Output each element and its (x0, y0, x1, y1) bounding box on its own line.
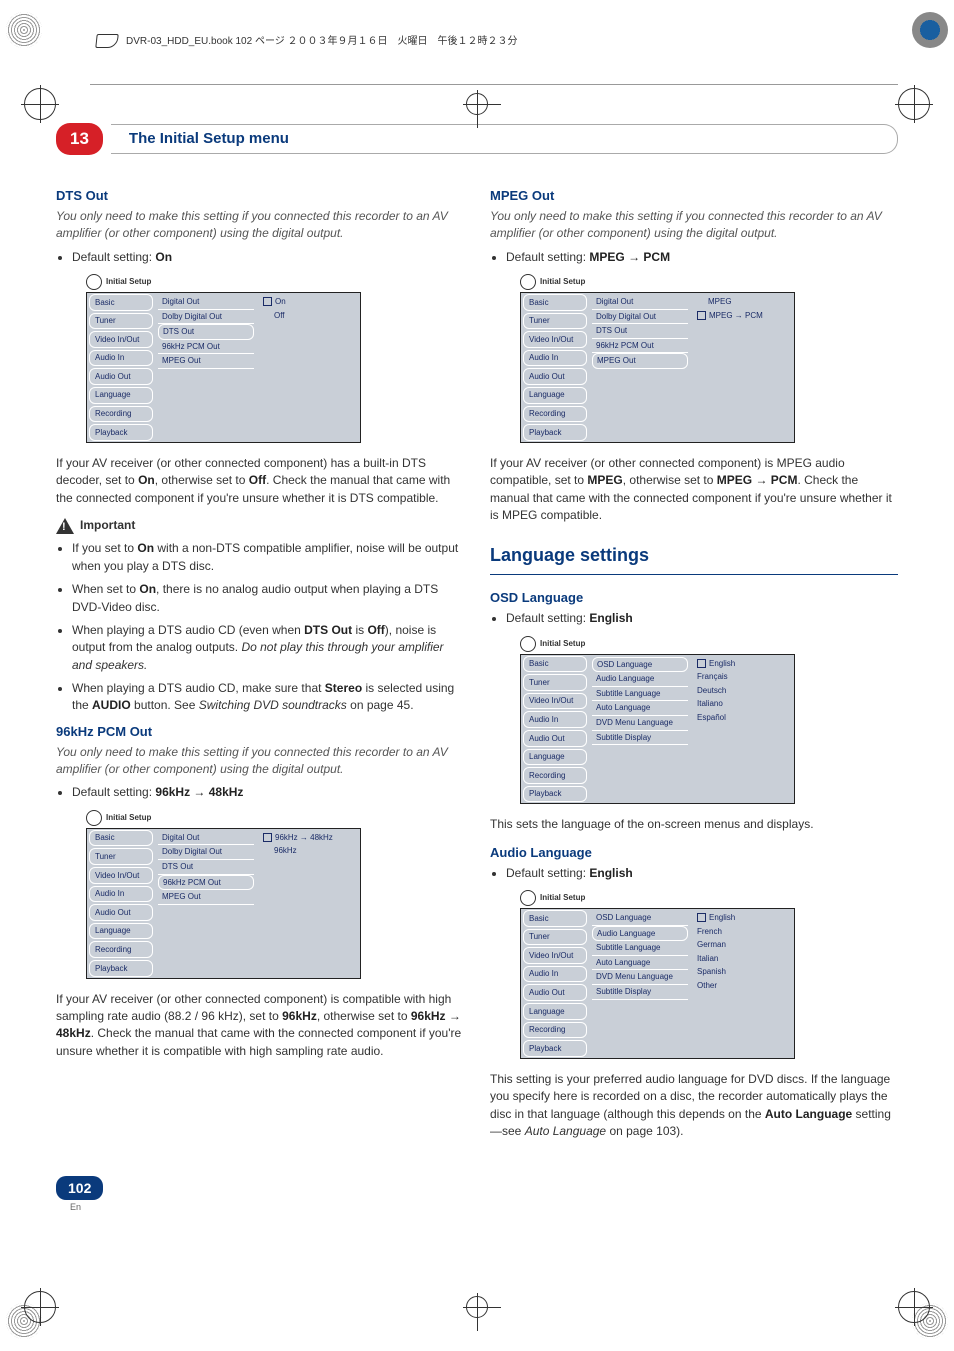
disc-icon (520, 890, 536, 906)
pcm-default: Default setting: 96kHz → 48kHz (72, 784, 464, 801)
pcm-heading: 96kHz PCM Out (56, 723, 464, 742)
osd-language-para: This sets the language of the on-screen … (490, 816, 898, 833)
disc-icon (86, 810, 102, 826)
mpeg-osd: Initial Setup BasicTuner Video In/OutAud… (520, 274, 795, 443)
book-icon (96, 30, 118, 48)
disc-icon (520, 636, 536, 652)
dts-para1: If your AV receiver (or other connected … (56, 455, 464, 507)
registration-marks-bottom (24, 1291, 930, 1323)
audio-language-osd: Initial Setup BasicTuner Video In/OutAud… (520, 890, 795, 1059)
registration-marks-top (24, 88, 930, 120)
dts-out-heading: DTS Out (56, 187, 464, 206)
warning-icon (56, 518, 74, 534)
disc-icon (86, 274, 102, 290)
osd-language-default: Default setting: English (506, 610, 898, 627)
dts-note-3: When playing a DTS audio CD (even when D… (72, 622, 464, 674)
book-header: DVR-03_HDD_EU.book 102 ページ ２００３年９月１６日 火曜… (96, 30, 898, 48)
pcm-para: If your AV receiver (or other connected … (56, 991, 464, 1061)
pcm-intro: You only need to make this setting if yo… (56, 744, 464, 779)
dts-osd: Initial Setup BasicTuner Video In/OutAud… (86, 274, 361, 443)
pcm-osd: Initial Setup BasicTuner Video In/OutAud… (86, 810, 361, 979)
mpeg-para: If your AV receiver (or other connected … (490, 455, 898, 525)
print-mark-tl (6, 12, 42, 48)
page-number: 102 (56, 1176, 103, 1200)
osd-language-heading: OSD Language (490, 589, 898, 608)
chapter-number: 13 (56, 123, 103, 155)
chapter-title: The Initial Setup menu (129, 130, 289, 147)
mpeg-default: Default setting: MPEG → PCM (506, 249, 898, 266)
audio-language-para: This setting is your preferred audio lan… (490, 1071, 898, 1141)
mpeg-heading: MPEG Out (490, 187, 898, 206)
dts-note-2: When set to On, there is no analog audio… (72, 581, 464, 616)
important-callout: Important (56, 517, 464, 534)
audio-language-heading: Audio Language (490, 844, 898, 863)
print-mark-tr (912, 12, 948, 48)
page-footer: 102 En (56, 1176, 898, 1212)
page-language: En (70, 1202, 898, 1212)
dts-note-4: When playing a DTS audio CD, make sure t… (72, 680, 464, 715)
dts-note-1: If you set to On with a non-DTS compatib… (72, 540, 464, 575)
dts-intro: You only need to make this setting if yo… (56, 208, 464, 243)
osd-language-osd: Initial Setup BasicTuner Video In/OutAud… (520, 636, 795, 805)
book-header-text: DVR-03_HDD_EU.book 102 ページ ２００３年９月１６日 火曜… (126, 32, 518, 47)
audio-language-default: Default setting: English (506, 865, 898, 882)
language-settings-heading: Language settings (490, 542, 898, 575)
disc-icon (520, 274, 536, 290)
mpeg-intro: You only need to make this setting if yo… (490, 208, 898, 243)
dts-default: Default setting: On (72, 249, 464, 266)
